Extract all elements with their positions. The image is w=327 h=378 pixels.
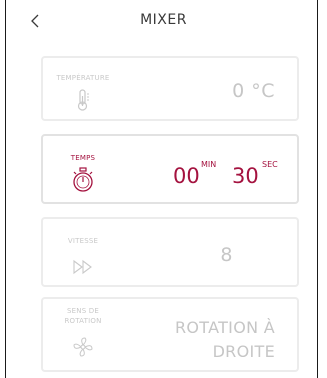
time-value: 00 MIN 30 SEC (173, 160, 283, 194)
seconds-unit: SEC (262, 160, 278, 169)
device-frame-right (317, 0, 318, 378)
header: MIXER (0, 0, 327, 40)
time-card[interactable]: TEMPS 00 MIN 30 SEC (41, 134, 299, 204)
device-frame-left (5, 0, 6, 378)
temperature-value: 0 °C (232, 80, 275, 102)
thermometer-icon (71, 88, 95, 112)
rotation-value-line1: ROTATION À (174, 318, 275, 337)
fast-forward-icon (71, 255, 95, 279)
minutes-value: 00 (173, 164, 200, 188)
speed-card[interactable]: VITESSE 8 (41, 217, 299, 287)
page-title: MIXER (140, 12, 187, 28)
temperature-card[interactable]: TEMPÉRATURE 0 °C (41, 56, 299, 121)
fan-icon (71, 335, 95, 359)
speed-value: 8 (220, 244, 233, 266)
mixer-screen: MIXER TEMPÉRATURE 0 °C TEMPS 00 MIN 30 S… (0, 0, 327, 378)
rotation-card[interactable]: SENS DE ROTATION ROTATION À DROITE (41, 297, 299, 372)
seconds-value: 30 (232, 164, 259, 188)
temperature-label: TEMPÉRATURE (56, 74, 110, 82)
time-label: TEMPS (70, 154, 96, 162)
speed-label: VITESSE (67, 237, 99, 245)
rotation-label-line1: SENS DE (67, 307, 99, 315)
minutes-unit: MIN (201, 160, 217, 169)
rotation-label-line2: ROTATION (64, 317, 102, 325)
rotation-value-line2: DROITE (212, 342, 275, 361)
stopwatch-icon (71, 167, 95, 192)
